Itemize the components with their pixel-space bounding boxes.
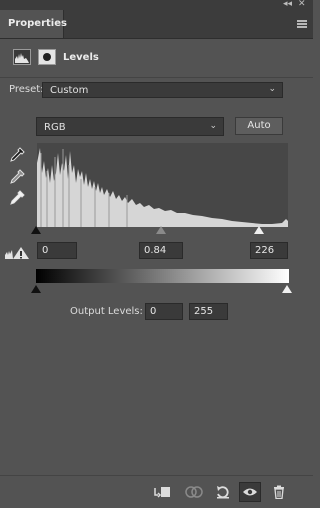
black-eyedropper-icon[interactable] [8,146,26,164]
adjustment-title: Levels [63,52,99,63]
output-black-field[interactable]: 0 [145,303,183,320]
preset-label: Preset: [9,84,44,95]
view-previous-state-icon[interactable] [183,482,205,502]
input-black-field[interactable]: 0 [37,242,77,259]
delete-trash-icon[interactable] [268,482,290,502]
window-controls-bar: ◂◂ ✕ [0,0,313,10]
clipping-warning-icon[interactable] [4,246,30,260]
preset-value: Custom [50,85,89,96]
input-black-slider[interactable] [31,226,41,234]
reset-icon[interactable] [212,482,234,502]
histogram [37,143,288,227]
tab-properties-label: Properties [8,18,67,29]
channel-value: RGB [44,122,66,133]
histogram-adjustment-icon[interactable] [13,49,31,65]
collapse-panel-icon[interactable]: ◂◂ [283,0,292,9]
visibility-eye-icon[interactable] [239,482,261,502]
output-gradient-bar [36,269,289,283]
input-gamma-field[interactable]: 0.84 [139,242,183,259]
panel-menu-icon[interactable] [297,20,307,28]
chevron-down-icon: ⌄ [209,121,217,131]
auto-button[interactable]: Auto [235,117,283,135]
output-white-field[interactable]: 255 [189,303,228,320]
close-panel-icon[interactable]: ✕ [298,0,306,9]
output-black-slider[interactable] [31,285,41,293]
tab-properties[interactable]: Properties [0,10,67,38]
bottom-toolbar [0,475,313,508]
chevron-down-icon: ⌄ [268,84,276,94]
clip-to-layer-icon[interactable] [151,482,173,502]
channel-dropdown[interactable]: RGB ⌄ [36,117,224,136]
output-white-slider[interactable] [282,285,292,293]
output-levels-label: Output Levels: [70,306,143,317]
histogram-graph [37,148,288,227]
gray-eyedropper-icon[interactable] [8,168,26,186]
white-eyedropper-icon[interactable] [8,189,26,207]
input-white-field[interactable]: 226 [250,242,288,259]
input-gamma-slider[interactable] [156,226,166,234]
input-white-slider[interactable] [254,226,264,234]
adjustment-header: Levels [0,39,313,78]
preset-dropdown[interactable]: Custom ⌄ [42,82,283,98]
layer-mask-icon[interactable] [38,49,56,65]
tab-bar: Properties [0,10,313,39]
